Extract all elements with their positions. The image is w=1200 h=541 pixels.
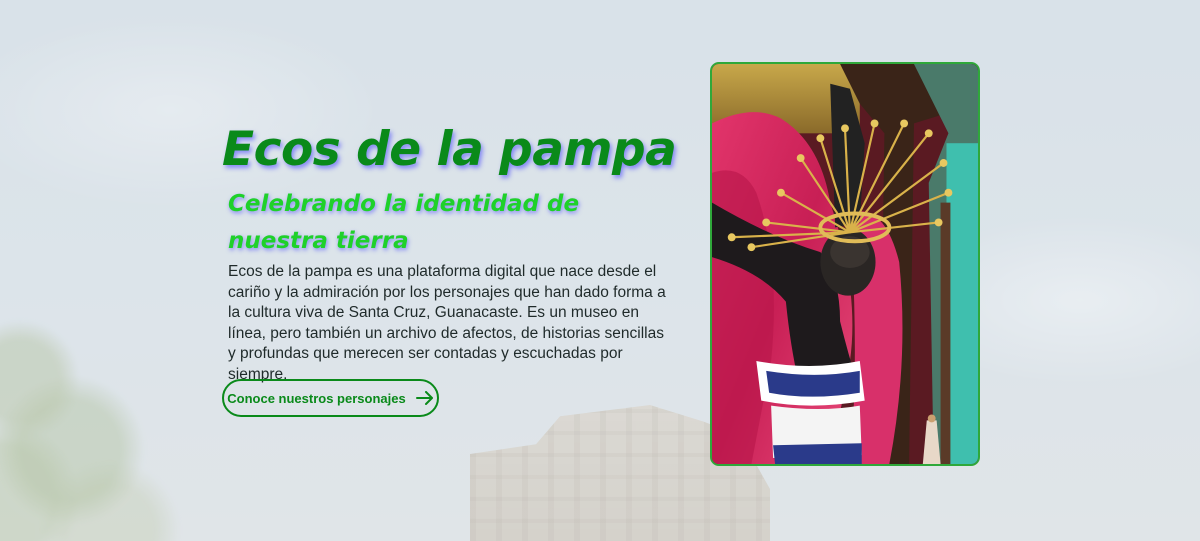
hero-title: Ecos de la pampa xyxy=(222,122,677,177)
cta-button-personajes[interactable]: Conoce nuestros personajes xyxy=(222,379,439,417)
hero-description: Ecos de la pampa es una plataforma digit… xyxy=(228,263,666,383)
hero-text-block: Ecos de la pampa Celebrando la identidad… xyxy=(222,118,677,385)
featured-photo xyxy=(710,62,980,466)
crucifix-statue-photo xyxy=(712,64,978,464)
hero-subtitle: Celebrando la identidad de nuestra tierr… xyxy=(228,191,580,254)
arrow-right-icon xyxy=(415,391,433,405)
cta-button-label: Conoce nuestros personajes xyxy=(227,390,406,406)
